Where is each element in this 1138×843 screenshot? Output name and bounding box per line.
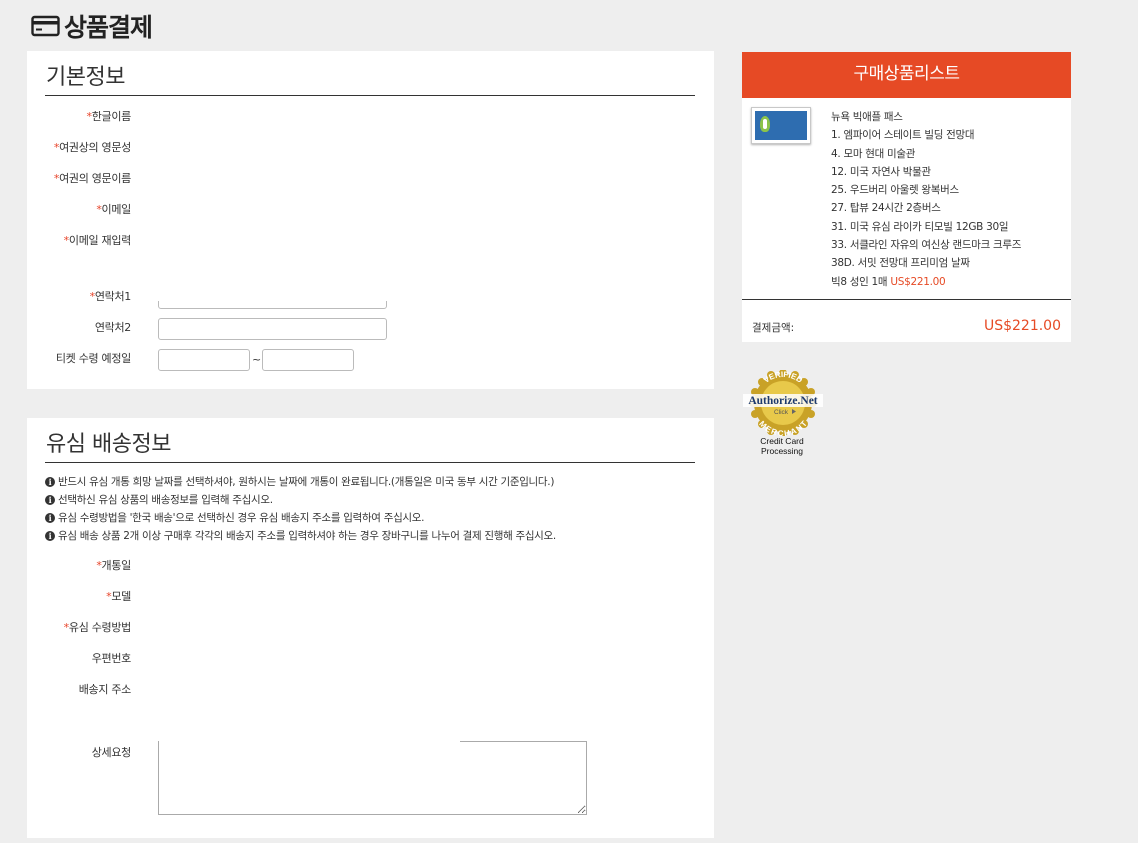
notice-item: i 유심 수령방법을 '한국 배송'으로 선택하신 경우 유심 배송지 주소를 입… [45,510,424,525]
ticket-date-to-field[interactable] [262,349,354,371]
svg-text:Authorize.Net: Authorize.Net [748,395,817,407]
cart-panel: 구매상품리스트 뉴욕 빅애플 패스 1. 엠파이어 스테이트 빌딩 전망대 4.… [742,52,1071,342]
info-circle-icon: i [45,530,55,541]
product-line: 4. 모마 현대 미술관 [831,147,916,160]
activation-date-label: *개통일 [96,559,131,572]
passport-last-name-label: *여권상의 영문성 [53,141,131,154]
authorize-net-badge[interactable]: VERIFIED MERCHANT Authorize.Net Click Cr… [743,369,823,460]
basic-info-panel: 기본정보 *한글이름 *여권상의 영문성 *여권의 영문이름 *이메일 *이메일… [27,51,714,389]
product-thumbnail [751,107,811,144]
postal-code-label: 우편번호 [91,652,132,665]
badge-caption: Credit Card Processing [760,436,804,456]
product-line: 27. 탑뷰 24시간 2층버스 [831,202,941,215]
textarea-top-mask [159,741,460,743]
svg-text:Click: Click [774,409,789,416]
info-circle-icon: i [45,476,55,487]
product-list: 뉴욕 빅애플 패스 1. 엠파이어 스테이트 빌딩 전망대 4. 모마 현대 미… [831,108,1021,291]
total-value: US$221.00 [983,318,1061,334]
notice-item: i 유심 배송 상품 2개 이상 구매후 각각의 배송지 주소를 입력하셔야 하는… [45,528,556,543]
page-title: 상품결제 [31,8,153,44]
usim-info-title: 유심 배송정보 [46,432,171,457]
product-line: 38D. 서밋 전망대 프리미엄 날짜 [831,257,970,270]
korean-name-label: *한글이름 [86,110,132,123]
quantity-line: 빅8 성인 1매 US$221.00 [831,275,946,288]
address-label: 배송지 주소 [78,683,132,696]
product-line: 25. 우드버리 아울렛 왕복버스 [831,184,959,197]
product-line: 뉴욕 빅애플 패스 [831,111,903,123]
phone1-label: *연락처1 [89,290,132,303]
email-label: *이메일 [96,203,131,216]
model-label: *모델 [106,590,131,603]
receive-method-label: *유심 수령방법 [63,621,132,634]
product-line: 31. 미국 유심 라이카 티모빌 12GB 30일 [831,220,1009,233]
ticket-date-from-field[interactable] [158,349,250,371]
usim-delivery-panel: 유심 배송정보 i 반드시 유심 개통 희망 날짜를 선택하셔야, 원하시는 날짜… [27,418,714,838]
product-line: 33. 서클라인 자유의 여신상 랜드마크 크루즈 [831,239,1022,252]
line-price: US$221.00 [890,275,946,288]
date-range-separator: ~ [252,353,262,366]
phone1-field[interactable] [158,301,387,309]
verified-merchant-seal-icon: VERIFIED MERCHANT Authorize.Net Click [743,369,823,438]
basic-info-title: 기본정보 [46,65,125,90]
phone2-label: 연락처2 [94,321,131,334]
page-title-text: 상품결제 [64,13,153,42]
request-label: 상세요청 [91,746,132,759]
product-line: 12. 미국 자연사 박물관 [831,165,931,178]
divider [45,95,695,96]
request-textarea[interactable] [158,741,587,815]
phone1-field-clip [158,301,387,309]
product-line: 1. 엠파이어 스테이트 빌딩 전망대 [831,129,975,142]
ticket-date-label: 티켓 수령 예정일 [55,352,131,365]
total-label: 결제금액: [752,322,795,334]
email-confirm-label: *이메일 재입력 [63,234,132,247]
cart-title: 구매상품리스트 [742,52,1071,98]
divider [742,299,1071,300]
credit-card-icon [31,15,60,37]
notice-item: i 선택하신 유심 상품의 배송정보를 입력해 주십시오. [45,492,273,507]
passport-first-name-label: *여권의 영문이름 [53,172,131,185]
phone2-field[interactable] [158,318,387,340]
info-circle-icon: i [45,512,55,523]
info-circle-icon: i [45,494,55,505]
divider [45,462,695,463]
notice-item: i 반드시 유심 개통 희망 날짜를 선택하셔야, 원하시는 날짜에 개통이 완료… [45,474,554,489]
